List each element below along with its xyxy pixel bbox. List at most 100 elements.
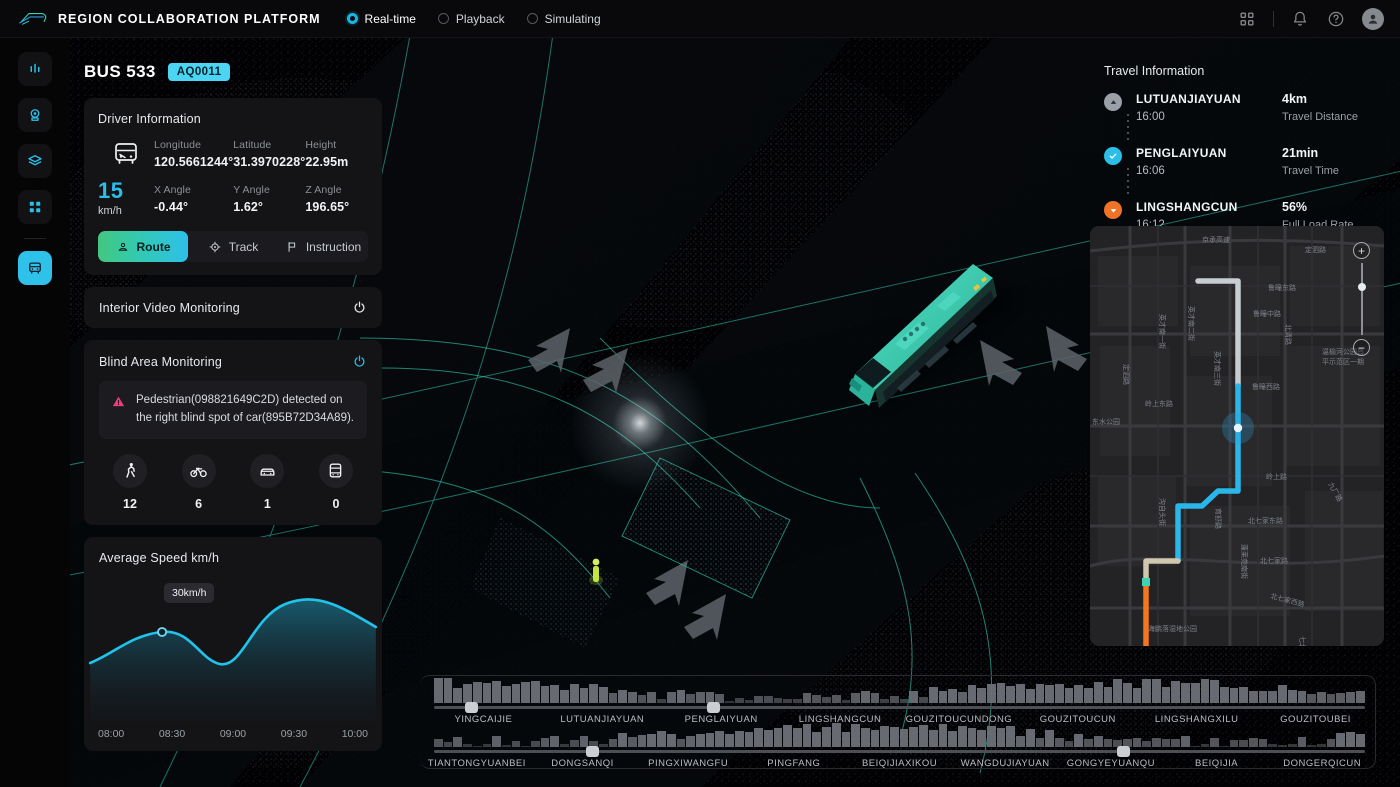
svg-text:英才南二街: 英才南二街 xyxy=(1187,306,1196,341)
sidebar-item-bus[interactable] xyxy=(18,251,52,285)
station-label[interactable]: PENGLAIYUAN xyxy=(662,714,781,725)
count-bus[interactable]: 0 xyxy=(307,454,365,511)
histogram-bar xyxy=(832,723,841,747)
histogram-bar xyxy=(1356,691,1365,703)
x-tick: 09:00 xyxy=(220,728,246,740)
instruction-button[interactable]: Instruction xyxy=(278,231,368,262)
list-item[interactable]: LUTUANJIAYUAN 16:00 4km Travel Distance xyxy=(1090,92,1400,146)
svg-text:七北: 七北 xyxy=(1298,636,1307,646)
chart-title: Average Speed km/h xyxy=(99,551,367,565)
sidebar-item-layers[interactable] xyxy=(18,144,52,178)
map-zoom-control: + − xyxy=(1353,242,1370,356)
power-icon[interactable] xyxy=(352,300,367,315)
route-pin-icon xyxy=(116,240,130,254)
count-car[interactable]: 1 xyxy=(238,454,296,511)
timeline-range-slider[interactable] xyxy=(434,750,1365,753)
route-button[interactable]: Route xyxy=(98,231,188,262)
bus-icon xyxy=(319,454,353,488)
help-circle-icon[interactable] xyxy=(1326,9,1346,29)
flag-icon xyxy=(285,240,299,254)
avatar[interactable] xyxy=(1362,8,1384,30)
mini-map[interactable]: 京承高速 定泗路 鲁疃东路 北清路 英才南一街 英才南二街 英才南三街 鲁疃中路… xyxy=(1090,226,1384,646)
mode-label: Simulating xyxy=(545,12,601,26)
histogram-bar xyxy=(1346,732,1355,747)
station-label[interactable]: YINGCAIJIE xyxy=(424,714,543,725)
histogram-bar xyxy=(1307,694,1316,703)
metric-y-angle: Y Angle 1.62° xyxy=(233,184,305,214)
station-label[interactable]: GOUZITOUCUN xyxy=(1018,714,1137,725)
timeline-range-slider[interactable] xyxy=(434,706,1365,709)
histogram-bar xyxy=(599,687,608,703)
station-label[interactable]: LUTUANJIAYUAN xyxy=(543,714,662,725)
timeline-connector xyxy=(1127,114,1129,144)
card-title: Interior Video Monitoring xyxy=(99,301,240,315)
mode-playback[interactable]: Playback xyxy=(438,12,505,26)
speed-line-chart[interactable]: 30km/h xyxy=(84,571,382,751)
histogram-bar xyxy=(919,697,928,703)
histogram-bar xyxy=(900,699,909,704)
histogram-bar xyxy=(851,724,860,747)
count-bicycle[interactable]: 6 xyxy=(170,454,228,511)
sidebar-item-camera[interactable] xyxy=(18,98,52,132)
station-label[interactable]: WANGDUJIAYUAN xyxy=(952,758,1058,769)
radio-icon xyxy=(438,13,449,24)
histogram-bar xyxy=(706,733,715,747)
sidebar-item-apps[interactable] xyxy=(18,190,52,224)
station-label[interactable]: PINGFANG xyxy=(741,758,847,769)
zoom-slider-knob[interactable] xyxy=(1358,283,1366,291)
histogram-bar xyxy=(512,684,521,703)
apps-grid-icon[interactable] xyxy=(1237,9,1257,29)
histogram-bar xyxy=(1336,693,1345,703)
minus-icon[interactable]: − xyxy=(1353,339,1370,356)
histogram-bar xyxy=(667,734,676,747)
track-button[interactable]: Track xyxy=(188,231,278,262)
station-label[interactable]: GOUZITOUBEI xyxy=(1256,714,1375,725)
histogram-bar xyxy=(1084,688,1093,703)
plus-icon[interactable]: + xyxy=(1353,242,1370,259)
station-label[interactable]: DONGERQICUN xyxy=(1269,758,1375,769)
histogram-bar xyxy=(774,698,783,703)
station-label[interactable]: PINGXIWANGFU xyxy=(635,758,741,769)
range-handle-end[interactable] xyxy=(707,702,720,713)
range-handle-end[interactable] xyxy=(1117,746,1130,757)
station-label[interactable]: TIANTONGYUANBEI xyxy=(424,758,530,769)
histogram-bar xyxy=(715,731,724,747)
metric-label: Latitude xyxy=(233,139,305,151)
mode-realtime[interactable]: Real-time xyxy=(347,12,416,26)
histogram-bar xyxy=(861,728,870,747)
histogram-bar xyxy=(1268,691,1277,703)
power-icon[interactable] xyxy=(352,354,367,369)
check-marker xyxy=(1104,147,1122,165)
station-label[interactable]: LINGSHANGXILU xyxy=(1137,714,1256,725)
station-label[interactable]: GOUZITOUCUNDONG xyxy=(900,714,1019,725)
histogram-bar xyxy=(589,684,598,703)
station-label[interactable]: GONGYEYUANQU xyxy=(1058,758,1164,769)
histogram-bar xyxy=(696,692,705,703)
histogram-bar xyxy=(1016,684,1025,703)
chart-datapoint[interactable] xyxy=(158,628,166,636)
histogram-bar xyxy=(686,694,695,703)
zoom-slider-track[interactable] xyxy=(1361,263,1363,335)
histogram-bar xyxy=(1045,730,1054,747)
histogram-bar xyxy=(463,744,472,747)
bell-icon[interactable] xyxy=(1290,9,1310,29)
range-handle-start[interactable] xyxy=(586,746,599,757)
speed-value: 15 xyxy=(98,180,154,202)
station-label[interactable]: BEIQIJIAXIKOU xyxy=(847,758,953,769)
list-item[interactable]: PENGLAIYUAN 16:06 21min Travel Time xyxy=(1090,146,1400,200)
range-handle-start[interactable] xyxy=(465,702,478,713)
mode-simulating[interactable]: Simulating xyxy=(527,12,601,26)
histogram-bar xyxy=(628,692,637,703)
count-pedestrian[interactable]: 12 xyxy=(101,454,159,511)
radio-icon xyxy=(527,13,538,24)
travel-information-title: Travel Information xyxy=(1104,64,1400,78)
histogram-bar xyxy=(1317,692,1326,703)
driver-information-card: Driver Information Longitude 120.5661244… xyxy=(84,98,382,275)
station-label[interactable]: DONGSANQI xyxy=(530,758,636,769)
histogram-bar xyxy=(1142,741,1151,748)
detection-counts: 12 6 xyxy=(99,454,367,511)
histogram-bar xyxy=(531,681,540,703)
sidebar-item-statistics[interactable] xyxy=(18,52,52,86)
histogram-bar xyxy=(1201,679,1210,703)
station-label[interactable]: BEIQIJIA xyxy=(1164,758,1270,769)
